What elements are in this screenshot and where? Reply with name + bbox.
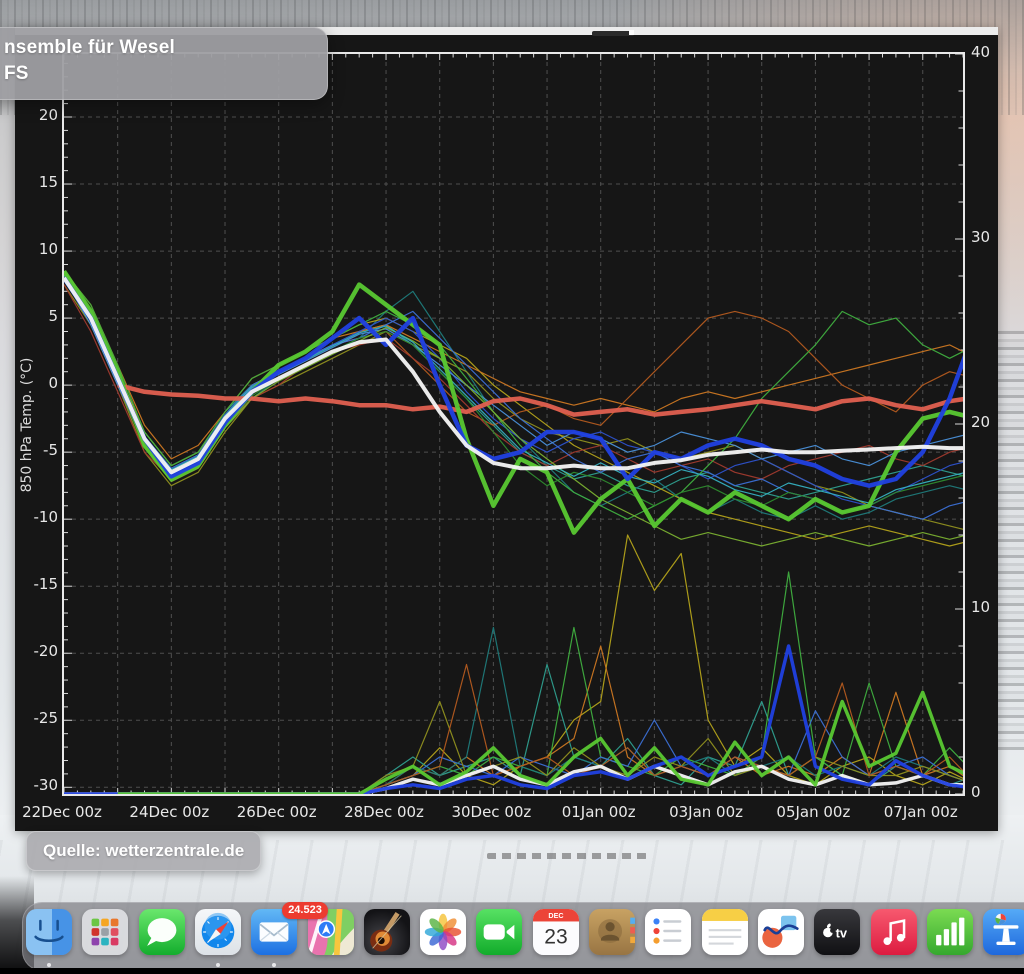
left-tick-20: 20 [38, 106, 58, 124]
y-axis-title: 850 hPa Temp. (°C) [19, 357, 35, 493]
dock-messages-icon[interactable] [138, 909, 185, 955]
clipped-caption-fragment [487, 853, 647, 859]
dock-appletv-icon[interactable]: tv [814, 909, 861, 955]
chart-title-overlay: nsemble für Wesel FS [0, 27, 328, 100]
dock-garageband-icon[interactable] [363, 909, 410, 955]
wallpaper-trees-right [994, 330, 1024, 750]
running-indicator-dot [272, 963, 277, 967]
dock-contacts-icon[interactable] [589, 909, 635, 955]
x-tick-0: 22Dec 00z [22, 803, 102, 821]
x-tick-4: 30Dec 00z [451, 803, 532, 821]
overlay-title-line1: nsemble für Wesel [4, 37, 175, 58]
dock-calendar-icon[interactable]: DEC 23 [532, 909, 579, 955]
dock-facetime-icon[interactable] [476, 909, 523, 955]
left-tick-5: 5 [48, 307, 58, 326]
dock-launchpad-icon[interactable] [82, 909, 129, 955]
x-tick-7: 05Jan 00z [776, 803, 851, 821]
left-tick--25: -25 [33, 709, 59, 728]
clipped-title-dot [629, 30, 634, 35]
source-badge: Quelle: wetterzentrale.de [26, 831, 262, 871]
left-tick-0: 0 [48, 374, 58, 393]
dock-keynote-icon[interactable] [983, 909, 1024, 955]
dock-finder-icon[interactable] [26, 909, 72, 955]
dock-freeform-icon[interactable] [757, 909, 804, 955]
right-tick-0: 0 [971, 783, 981, 801]
running-indicator-dot [47, 963, 51, 967]
overlay-title-line2: FS [4, 63, 29, 84]
left-tick--20: -20 [33, 642, 59, 661]
left-tick--5: -5 [43, 441, 58, 460]
x-tick-6: 03Jan 00z [669, 803, 744, 821]
left-tick--10: -10 [33, 508, 59, 527]
desktop: 850 hPa Temp. (°C) 20 15 10 5 0 -5 -10 -15 -20 -2… [0, 0, 1024, 974]
series-rain-green [64, 571, 963, 794]
ensemble-plot-svg [64, 54, 963, 794]
dock-notes-icon[interactable] [701, 909, 748, 955]
left-tick-15: 15 [38, 173, 58, 192]
left-tick--30: -30 [33, 776, 59, 795]
left-tick--15: -15 [33, 575, 59, 594]
svg-text:23: 23 [544, 926, 567, 949]
ensemble-chart-image: 850 hPa Temp. (°C) 20 15 10 5 0 -5 -10 -15 -20 -2… [15, 27, 998, 859]
x-tick-5: 01Jan 00z [561, 803, 636, 821]
svg-text:tv: tv [836, 925, 848, 940]
dock-numbers-icon[interactable] [926, 909, 973, 955]
mail-unread-badge: 24.523 [282, 902, 328, 919]
series-member-olive [64, 284, 963, 530]
running-indicator-dot [215, 963, 220, 967]
dock: 24.523 DEC 23 tv [22, 902, 1024, 971]
dock-safari-icon[interactable] [194, 909, 241, 955]
x-tick-8: 07Jan 00z [883, 803, 958, 821]
series-rain-olive [64, 534, 963, 794]
right-tick-40: 40 [971, 43, 991, 61]
plot-area [62, 52, 965, 796]
series-member-orange [64, 270, 963, 460]
x-tick-3: 28Dec 00z [344, 803, 424, 821]
dock-music-icon[interactable] [870, 909, 917, 955]
svg-text:DEC: DEC [548, 912, 563, 920]
right-tick-10: 10 [971, 598, 991, 616]
x-tick-2: 26Dec 00z [236, 803, 317, 821]
dock-photos-icon[interactable] [420, 909, 467, 955]
clipped-title-fragment [592, 31, 634, 36]
x-tick-1: 24Dec 00z [129, 803, 210, 821]
right-tick-20: 20 [971, 413, 991, 431]
right-tick-30: 30 [971, 228, 991, 246]
screen-bottom-strip [0, 968, 1024, 974]
dock-reminders-icon[interactable] [645, 909, 692, 955]
left-tick-10: 10 [38, 240, 58, 259]
